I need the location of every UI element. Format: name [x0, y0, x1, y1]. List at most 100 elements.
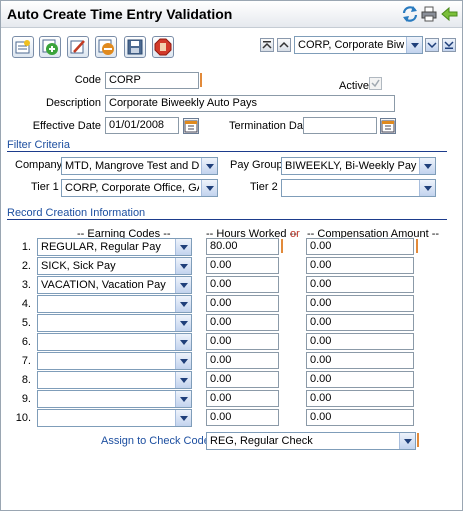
- row-number: 10.: [15, 412, 31, 424]
- print-icon[interactable]: [420, 5, 438, 23]
- row-number: 8.: [21, 374, 31, 386]
- hours-worked-input[interactable]: 0.00: [206, 371, 279, 388]
- divider: [7, 219, 447, 220]
- termination-calendar-button[interactable]: [380, 118, 396, 134]
- hours-worked-input[interactable]: 80.00: [206, 238, 279, 255]
- hours-worked-input[interactable]: 0.00: [206, 295, 279, 312]
- earning-code-select[interactable]: [37, 333, 192, 351]
- earning-code-select[interactable]: SICK, Sick Pay: [37, 257, 192, 275]
- hours-worked-input[interactable]: 0.00: [206, 409, 279, 426]
- compensation-amount-input[interactable]: 0.00: [306, 276, 414, 293]
- chevron-down-icon[interactable]: [419, 158, 435, 174]
- or-label: or: [290, 228, 300, 240]
- hours-worked-input[interactable]: 0.00: [206, 352, 279, 369]
- code-input[interactable]: CORP: [105, 72, 199, 89]
- first-record-button[interactable]: [260, 38, 274, 52]
- required-marker: [281, 239, 283, 253]
- hours-worked-input[interactable]: 0.00: [206, 390, 279, 407]
- termination-date-input[interactable]: [303, 117, 377, 134]
- company-label: Company: [15, 159, 63, 171]
- edit-icon: [70, 40, 85, 54]
- compensation-amount-input[interactable]: 0.00: [306, 352, 414, 369]
- chevron-down-icon[interactable]: [175, 391, 191, 407]
- earning-code-select[interactable]: [37, 371, 192, 389]
- description-input[interactable]: Corporate Biweekly Auto Pays: [105, 95, 395, 112]
- add-icon: [42, 39, 58, 55]
- new-record-button[interactable]: [12, 36, 34, 58]
- save-button[interactable]: [124, 36, 146, 58]
- hours-worked-input[interactable]: 0.00: [206, 276, 279, 293]
- effective-date-input[interactable]: 01/01/2008: [105, 117, 179, 134]
- down-arrow-icon: [427, 42, 437, 49]
- chevron-down-icon[interactable]: [175, 410, 191, 426]
- compensation-amount-input[interactable]: 0.00: [306, 390, 414, 407]
- chevron-down-icon[interactable]: [419, 180, 435, 196]
- compensation-amount-input[interactable]: 0.00: [306, 314, 414, 331]
- chevron-down-icon[interactable]: [399, 433, 415, 449]
- compensation-amount-input[interactable]: 0.00: [306, 333, 414, 350]
- chevron-down-icon[interactable]: [175, 277, 191, 293]
- earning-code-select[interactable]: [37, 390, 192, 408]
- earning-code-select[interactable]: VACATION, Vacation Pay: [37, 276, 192, 294]
- earning-code-select[interactable]: [37, 314, 192, 332]
- chevron-down-icon[interactable]: [175, 334, 191, 350]
- row-number: 7.: [21, 355, 31, 367]
- auto-create-time-entry-window: Auto Create Time Entry Validation CORP, …: [0, 0, 463, 511]
- active-label: Active: [339, 80, 369, 92]
- next-record-button[interactable]: [425, 38, 439, 52]
- required-marker: [417, 433, 419, 447]
- previous-record-button[interactable]: [277, 38, 291, 52]
- company-select-value: MTD, Mangrove Test and D: [65, 160, 199, 172]
- company-select[interactable]: MTD, Mangrove Test and D: [61, 157, 218, 175]
- compensation-amount-input[interactable]: 0.00: [306, 371, 414, 388]
- chevron-down-icon[interactable]: [406, 37, 422, 53]
- hours-worked-input[interactable]: 0.00: [206, 333, 279, 350]
- title-bar: Auto Create Time Entry Validation: [1, 1, 462, 28]
- active-checkbox[interactable]: [369, 77, 382, 90]
- chevron-down-icon[interactable]: [201, 180, 217, 196]
- compensation-amount-input[interactable]: 0.00: [306, 238, 414, 255]
- row-number: 4.: [21, 298, 31, 310]
- chevron-down-icon[interactable]: [201, 158, 217, 174]
- last-record-icon: [444, 41, 454, 49]
- required-marker: [416, 239, 418, 253]
- chevron-down-icon[interactable]: [175, 372, 191, 388]
- pay-group-select[interactable]: BIWEEKLY, Bi-Weekly Pay: [281, 157, 436, 175]
- compensation-amount-input[interactable]: 0.00: [306, 257, 414, 274]
- earning-code-value: REGULAR, Regular Pay: [41, 241, 161, 253]
- edit-button[interactable]: [67, 36, 89, 58]
- delete-icon: [98, 39, 114, 55]
- pay-group-label: Pay Group: [230, 159, 283, 171]
- earning-code-select[interactable]: [37, 352, 192, 370]
- compensation-amount-input[interactable]: 0.00: [306, 295, 414, 312]
- hours-worked-input[interactable]: 0.00: [206, 314, 279, 331]
- effective-calendar-button[interactable]: [183, 118, 199, 134]
- back-arrow-icon[interactable]: [441, 5, 459, 23]
- stop-button[interactable]: [152, 36, 174, 58]
- termination-date-label: Termination Date: [229, 120, 313, 132]
- chevron-down-icon[interactable]: [175, 315, 191, 331]
- assign-check-code-select[interactable]: REG, Regular Check: [206, 432, 416, 450]
- tier1-label: Tier 1: [31, 181, 59, 193]
- row-number: 6.: [21, 336, 31, 348]
- tier2-select[interactable]: [281, 179, 436, 197]
- earning-code-value: SICK, Sick Pay: [41, 260, 116, 272]
- chevron-down-icon[interactable]: [175, 353, 191, 369]
- refresh-icon[interactable]: [401, 5, 419, 23]
- compensation-amount-input[interactable]: 0.00: [306, 409, 414, 426]
- record-selector[interactable]: CORP, Corporate Biwe: [294, 36, 423, 54]
- earning-code-select[interactable]: [37, 409, 192, 427]
- chevron-down-icon[interactable]: [175, 239, 191, 255]
- code-label: Code: [74, 74, 101, 86]
- hours-worked-input[interactable]: 0.00: [206, 257, 279, 274]
- row-number: 2.: [21, 260, 31, 272]
- last-record-button[interactable]: [442, 38, 456, 52]
- add-button[interactable]: [39, 36, 61, 58]
- earning-code-select[interactable]: REGULAR, Regular Pay: [37, 238, 192, 256]
- row-number: 1.: [21, 241, 31, 253]
- tier1-select[interactable]: CORP, Corporate Office, GA: [61, 179, 218, 197]
- chevron-down-icon[interactable]: [175, 258, 191, 274]
- earning-code-select[interactable]: [37, 295, 192, 313]
- delete-button[interactable]: [95, 36, 117, 58]
- chevron-down-icon[interactable]: [175, 296, 191, 312]
